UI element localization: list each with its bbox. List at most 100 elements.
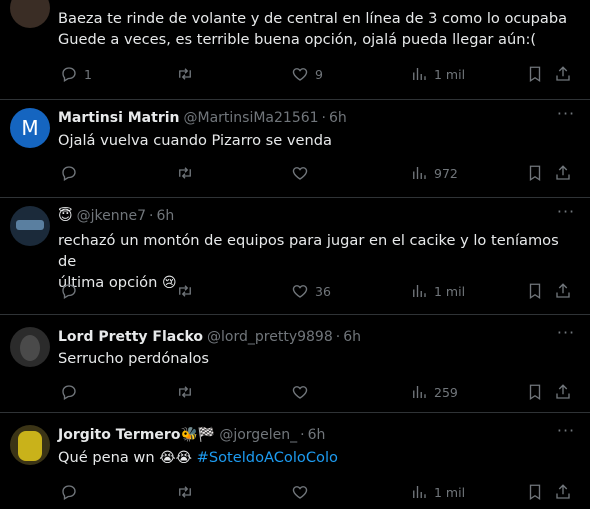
like-icon	[291, 164, 309, 182]
share-button[interactable]	[554, 64, 572, 84]
retweet-icon	[176, 282, 194, 300]
share-icon	[554, 282, 572, 300]
tweet-4[interactable]: Lord Pretty Flacko @lord_pretty9898 · 6h…	[0, 315, 590, 413]
reply-icon	[60, 65, 78, 83]
tweet-actions: 1 mil	[58, 482, 576, 502]
tweet-text-line1: rechazó un montón de equipos para jugar …	[58, 232, 559, 270]
avatar[interactable]	[10, 0, 50, 28]
views-icon	[410, 282, 428, 300]
timestamp[interactable]: 6h	[308, 427, 326, 443]
share-button[interactable]	[554, 382, 572, 402]
retweet-button[interactable]	[176, 482, 194, 502]
bookmark-icon	[526, 282, 544, 300]
handle[interactable]: @MartinsiMa21561	[184, 110, 319, 126]
views-button[interactable]: 1 mil	[410, 281, 465, 301]
display-name[interactable]: Jorgito Termero	[58, 427, 180, 443]
retweet-button[interactable]	[176, 281, 194, 301]
handle[interactable]: @lord_pretty9898	[207, 329, 333, 345]
reply-icon	[60, 164, 78, 182]
like-button[interactable]	[291, 163, 309, 183]
like-icon	[291, 282, 309, 300]
handle[interactable]: @jkenne7	[77, 208, 146, 224]
display-name-emoji[interactable]: 😇	[58, 208, 73, 224]
share-icon	[554, 383, 572, 401]
retweet-icon	[176, 383, 194, 401]
separator-dot: ·	[149, 208, 154, 224]
like-button[interactable]	[291, 382, 309, 402]
avatar[interactable]	[10, 327, 50, 367]
display-name[interactable]: Lord Pretty Flacko	[58, 329, 203, 345]
retweet-button[interactable]	[176, 382, 194, 402]
share-button[interactable]	[554, 281, 572, 301]
like-button[interactable]	[291, 482, 309, 502]
reply-button[interactable]	[60, 482, 78, 502]
more-icon[interactable]: ···	[556, 325, 576, 347]
like-button[interactable]: 9	[291, 64, 323, 84]
views-button[interactable]: 1 mil	[410, 482, 465, 502]
display-name[interactable]: Martinsi Matrin	[58, 110, 180, 126]
like-icon	[291, 483, 309, 501]
retweet-button[interactable]	[176, 163, 194, 183]
reply-icon	[60, 483, 78, 501]
retweet-icon	[176, 164, 194, 182]
more-icon[interactable]: ···	[556, 106, 576, 128]
reply-button[interactable]	[60, 281, 78, 301]
bookmark-button[interactable]	[526, 382, 544, 402]
views-count: 1 mil	[434, 283, 466, 299]
tweet-2[interactable]: M Martinsi Matrin @MartinsiMa21561 · 6h …	[0, 100, 590, 198]
loudly-crying-emojis: 😭😭	[159, 450, 192, 466]
like-icon	[291, 383, 309, 401]
retweet-button[interactable]	[176, 64, 194, 84]
bookmark-button[interactable]	[526, 482, 544, 502]
timestamp[interactable]: 6h	[329, 110, 347, 126]
hashtag-link[interactable]: #SoteldoAColoColo	[197, 449, 338, 466]
share-icon	[554, 164, 572, 182]
bookmark-button[interactable]	[526, 163, 544, 183]
tweet-text: Qué pena wn 😭😭 #SoteldoAColoColo	[58, 447, 338, 469]
reply-count: 1	[84, 66, 92, 82]
like-icon	[291, 65, 309, 83]
tweet-text: Ojalá vuelva cuando Pizarro se venda	[58, 132, 332, 149]
views-count: 259	[434, 384, 458, 400]
views-button[interactable]: 972	[410, 163, 458, 183]
views-button[interactable]: 259	[410, 382, 458, 402]
views-icon	[410, 65, 428, 83]
bookmark-icon	[526, 65, 544, 83]
tweet-5[interactable]: Jorgito Termero 🐝🏁 @jorgelen_ · 6h ··· Q…	[0, 413, 590, 509]
reply-button[interactable]	[60, 382, 78, 402]
views-count: 972	[434, 165, 458, 181]
handle[interactable]: @jorgelen_	[219, 427, 297, 443]
tweet-actions: 1 9 1 mil	[58, 64, 576, 84]
views-icon	[410, 383, 428, 401]
like-count: 36	[315, 283, 331, 299]
bookmark-button[interactable]	[526, 64, 544, 84]
timestamp[interactable]: 6h	[156, 208, 174, 224]
separator-dot: ·	[321, 110, 326, 126]
avatar[interactable]	[10, 425, 50, 465]
avatar[interactable]: M	[10, 108, 50, 148]
tweet-actions: 972	[58, 163, 576, 183]
like-button[interactable]: 36	[291, 281, 331, 301]
like-count: 9	[315, 66, 323, 82]
share-button[interactable]	[554, 163, 572, 183]
tweet-actions: 36 1 mil	[58, 281, 576, 301]
views-icon	[410, 164, 428, 182]
separator-dot: ·	[300, 427, 305, 443]
tweet-3[interactable]: 😇 @jkenne7 · 6h ··· rechazó un montón de…	[0, 198, 590, 315]
separator-dot: ·	[335, 329, 341, 345]
avatar[interactable]	[10, 206, 50, 246]
bookmark-button[interactable]	[526, 281, 544, 301]
tweet-header: Lord Pretty Flacko @lord_pretty9898 · 6h	[58, 327, 361, 347]
tweet-text: Serrucho perdónalos	[58, 350, 210, 367]
more-icon[interactable]: ···	[556, 204, 576, 226]
reply-button[interactable]: 1	[60, 64, 92, 84]
views-count: 1 mil	[434, 484, 466, 500]
more-icon[interactable]: ···	[556, 423, 576, 445]
views-button[interactable]: 1 mil	[410, 64, 465, 84]
share-button[interactable]	[554, 482, 572, 502]
reply-button[interactable]	[60, 163, 78, 183]
timestamp[interactable]: 6h	[343, 329, 361, 345]
bookmark-icon	[526, 483, 544, 501]
reply-icon	[60, 383, 78, 401]
tweet-1[interactable]: Baeza te rinde de volante y de central e…	[0, 0, 590, 100]
